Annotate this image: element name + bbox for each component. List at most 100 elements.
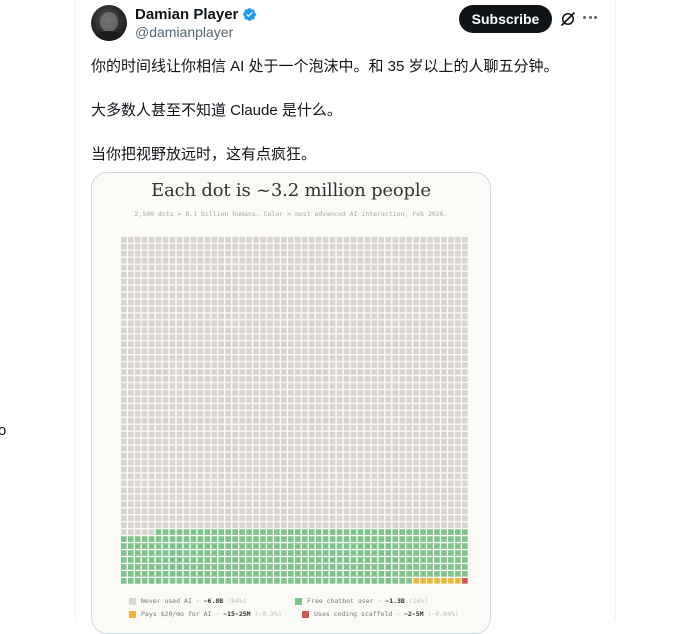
dot-never-used <box>371 404 378 410</box>
dot-never-used <box>406 466 412 473</box>
dot-free-chatbot <box>329 529 336 535</box>
dot-free-chatbot <box>378 550 385 556</box>
dot-free-chatbot <box>350 571 357 577</box>
dot-never-used <box>329 334 336 341</box>
dot-never-used <box>441 438 447 445</box>
dot-free-chatbot <box>218 578 225 584</box>
dot-never-used <box>190 438 197 445</box>
dot-never-used <box>343 306 350 313</box>
dot-free-chatbot <box>121 578 127 584</box>
avatar[interactable] <box>91 5 127 41</box>
dot-never-used <box>329 313 336 320</box>
dot-free-chatbot <box>413 550 419 556</box>
dot-never-used <box>357 438 364 445</box>
dot-free-chatbot <box>295 578 301 584</box>
dot-never-used <box>378 494 385 501</box>
dot-never-used <box>378 417 385 424</box>
dot-never-used <box>121 480 127 487</box>
dot-never-used <box>232 264 238 271</box>
grok-icon[interactable] <box>559 10 577 28</box>
dot-never-used <box>218 369 225 375</box>
dot-never-used <box>462 466 468 473</box>
dot-never-used <box>190 243 197 250</box>
dot-never-used <box>448 411 454 417</box>
dot-never-used <box>301 334 308 341</box>
dot-never-used <box>253 292 259 299</box>
dot-never-used <box>162 348 169 354</box>
dot-never-used <box>197 334 204 341</box>
dot-free-chatbot <box>134 543 141 549</box>
dot-free-chatbot <box>378 564 385 570</box>
dot-never-used <box>197 237 204 243</box>
verified-badge-icon[interactable] <box>242 7 257 22</box>
dot-never-used <box>141 487 148 494</box>
dot-never-used <box>253 508 259 515</box>
dot-never-used <box>462 278 468 285</box>
dot-never-used <box>295 397 301 403</box>
dot-never-used <box>399 243 405 250</box>
dot-never-used <box>371 237 378 243</box>
dot-never-used <box>308 480 315 487</box>
dot-never-used <box>183 320 190 327</box>
dot-free-chatbot <box>455 557 461 563</box>
dot-never-used <box>336 487 343 494</box>
dot-never-used <box>141 306 148 313</box>
dot-never-used <box>413 431 419 438</box>
dot-never-used <box>281 487 287 494</box>
dot-never-used <box>183 515 190 521</box>
dot-never-used <box>434 438 440 445</box>
dot-never-used <box>121 299 127 306</box>
dot-free-chatbot <box>322 557 329 563</box>
dot-never-used <box>260 237 266 243</box>
dot-never-used <box>399 445 405 452</box>
dot-never-used <box>260 494 266 501</box>
dot-never-used <box>204 397 211 403</box>
dot-free-chatbot <box>127 536 134 542</box>
dot-never-used <box>204 313 211 320</box>
dot-never-used <box>448 264 454 271</box>
dot-never-used <box>260 424 266 431</box>
dot-never-used <box>295 431 301 438</box>
dot-never-used <box>127 278 134 285</box>
dot-never-used <box>127 411 134 417</box>
author-handle[interactable]: @damianplayer <box>135 24 233 40</box>
dot-never-used <box>162 508 169 515</box>
dot-never-used <box>253 355 259 361</box>
dot-never-used <box>329 445 336 452</box>
dot-never-used <box>392 369 399 375</box>
dot-never-used <box>308 271 315 278</box>
subscribe-button[interactable]: Subscribe <box>459 5 552 33</box>
dot-never-used <box>420 250 426 257</box>
dot-never-used <box>434 424 440 431</box>
author-display-name[interactable]: Damian Player <box>135 6 238 23</box>
dot-never-used <box>288 320 294 327</box>
dot-never-used <box>155 285 162 292</box>
dot-never-used <box>148 237 155 243</box>
dot-never-used <box>183 438 190 445</box>
dot-never-used <box>364 362 371 368</box>
dot-never-used <box>420 334 426 341</box>
dot-never-used <box>455 508 461 515</box>
more-options-icon[interactable] <box>583 16 597 19</box>
dot-never-used <box>406 487 412 494</box>
dot-never-used <box>169 411 176 417</box>
dot-never-used <box>399 376 405 382</box>
dot-never-used <box>190 522 197 528</box>
dot-never-used <box>225 334 231 341</box>
dot-never-used <box>225 376 231 382</box>
dot-free-chatbot <box>343 571 350 577</box>
media-image-card[interactable]: Each dot is ~3.2 million people 2,500 do… <box>91 172 491 634</box>
dot-free-chatbot <box>218 571 225 577</box>
dot-never-used <box>218 411 225 417</box>
dot-never-used <box>246 264 252 271</box>
dot-never-used <box>239 299 245 306</box>
dot-never-used <box>274 452 280 459</box>
dot-never-used <box>399 237 405 243</box>
dot-never-used <box>246 424 252 431</box>
dot-never-used <box>427 313 433 320</box>
dot-never-used <box>441 383 447 389</box>
dot-never-used <box>134 452 141 459</box>
dot-never-used <box>315 459 322 466</box>
dot-never-used <box>246 369 252 375</box>
dot-never-used <box>141 404 148 410</box>
